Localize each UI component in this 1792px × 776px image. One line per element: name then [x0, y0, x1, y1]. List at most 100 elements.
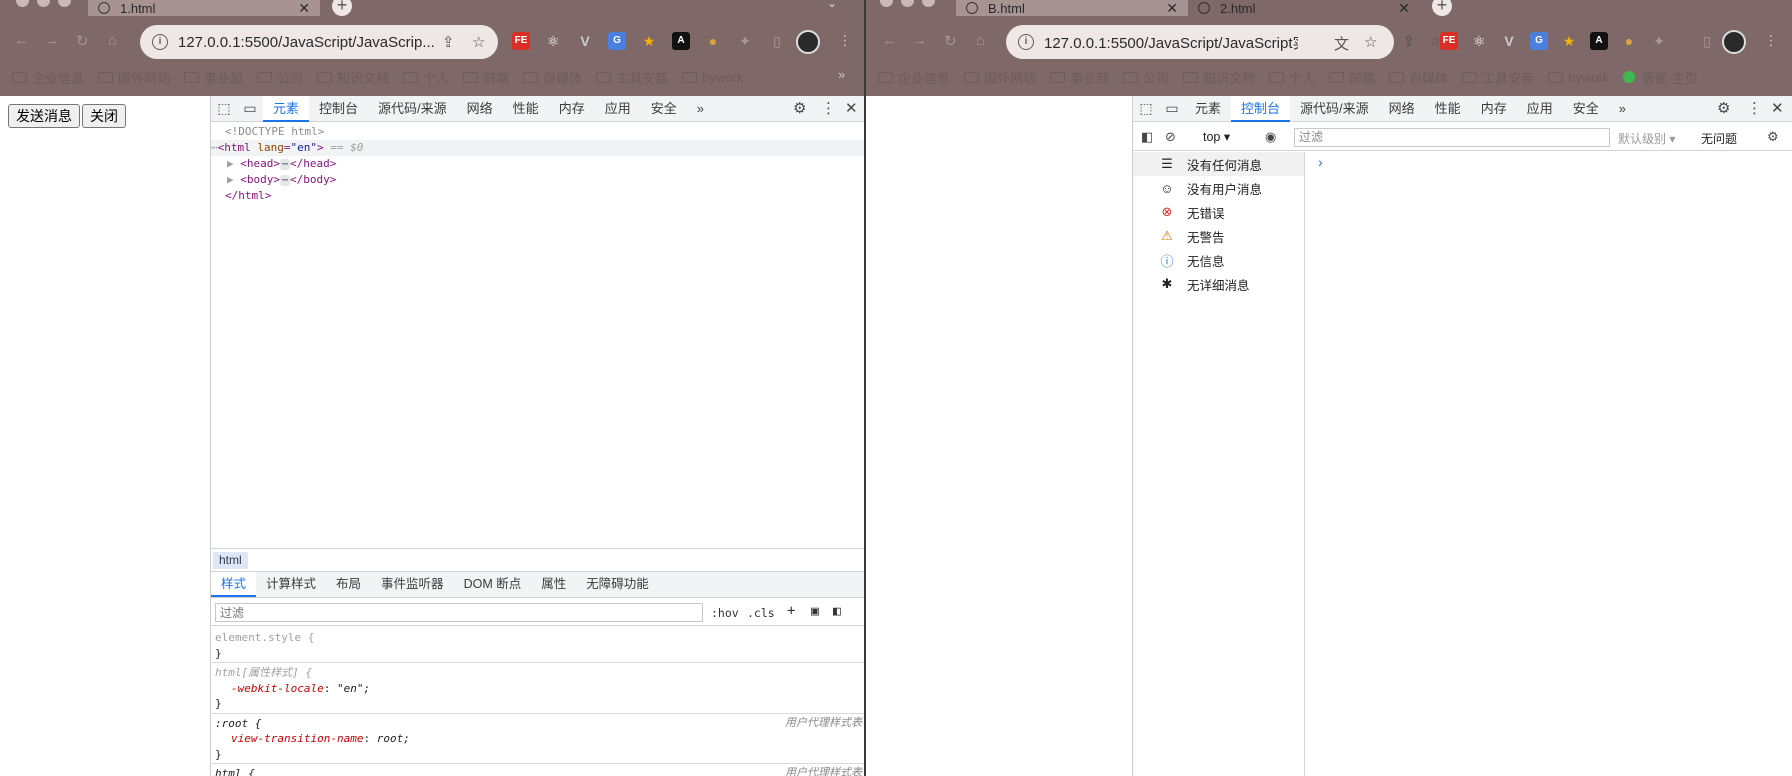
expand-triangle-icon[interactable]: ▶: [227, 157, 234, 170]
sidebar-item-info[interactable]: ⓘ 无信息: [1133, 248, 1304, 272]
tab-performance[interactable]: 性能: [503, 96, 549, 122]
forward-icon[interactable]: →: [44, 32, 59, 49]
maximize-window-icon[interactable]: [58, 0, 71, 7]
issues-counter[interactable]: 无问题: [1701, 130, 1737, 147]
console-prompt[interactable]: ›: [1318, 154, 1323, 170]
close-devtools-icon[interactable]: ✕: [1771, 96, 1784, 122]
bookmark-yuque[interactable]: 语雀·主页: [1623, 68, 1698, 87]
sidebar-item-verbose[interactable]: ✱ 无详细消息: [1133, 272, 1304, 296]
bookmark-folder[interactable]: 事业部: [184, 68, 243, 87]
minimize-window-icon[interactable]: [901, 0, 914, 7]
devtools-menu-icon[interactable]: ⋮: [821, 96, 836, 122]
tampermonkey-extension-icon[interactable]: ★: [640, 32, 658, 50]
new-tab-button[interactable]: +: [1432, 0, 1452, 16]
bookmark-star-icon[interactable]: ☆: [472, 33, 485, 51]
tab-search-chevron-icon[interactable]: ⌄: [827, 0, 837, 10]
dom-node-html-close[interactable]: </html>: [211, 188, 864, 204]
node-actions-ellipsis[interactable]: ⋯: [211, 141, 218, 154]
tab-console[interactable]: 控制台: [309, 96, 368, 122]
tab-memory[interactable]: 内存: [1471, 96, 1517, 122]
angular-extension-icon[interactable]: A: [672, 32, 690, 50]
address-bar[interactable]: i 127.0.0.1:5500/JavaScript/JavaScrip...…: [140, 25, 498, 59]
back-icon[interactable]: ←: [882, 32, 897, 49]
settings-gear-icon[interactable]: ⚙: [793, 96, 806, 122]
vue-extension-icon[interactable]: V: [576, 32, 594, 50]
show-sidebar-icon[interactable]: ◧: [1141, 129, 1153, 145]
more-tabs-icon[interactable]: »: [687, 96, 714, 122]
bookmark-folder[interactable]: 工具安装: [596, 68, 668, 87]
minimize-window-icon[interactable]: [37, 0, 50, 7]
tab-sources[interactable]: 源代码/来源: [1290, 96, 1379, 122]
styles-filter-input[interactable]: [215, 603, 703, 622]
tab-security[interactable]: 安全: [1563, 96, 1609, 122]
tab-computed[interactable]: 计算样式: [256, 572, 326, 597]
bookmark-folder[interactable]: 知识文档: [317, 68, 389, 87]
new-tab-button[interactable]: +: [332, 0, 352, 16]
vue-extension-icon[interactable]: V: [1500, 32, 1518, 50]
tab-1-html[interactable]: 1.html ✕: [88, 0, 320, 16]
bookmark-folder[interactable]: 公司: [257, 68, 303, 87]
style-rule[interactable]: html[属性样式] { -webkit-locale: "en"; }: [211, 663, 864, 714]
new-style-rule-icon[interactable]: +: [787, 603, 795, 619]
translate-extension-icon[interactable]: G: [1530, 32, 1548, 50]
address-bar[interactable]: i 127.0.0.1:5500/JavaScript/JavaScript实.…: [1006, 25, 1394, 59]
tab-console[interactable]: 控制台: [1231, 95, 1291, 122]
device-toolbar-icon[interactable]: ▭: [237, 100, 263, 117]
url-text[interactable]: 127.0.0.1:5500/JavaScript/JavaScript实...: [1044, 32, 1298, 53]
sidebar-item-user-messages[interactable]: ☺ 没有用户消息: [1133, 176, 1304, 200]
angular-extension-icon[interactable]: A: [1590, 32, 1608, 50]
site-info-icon[interactable]: i: [152, 34, 168, 50]
bookmark-folder[interactable]: bywork: [682, 70, 743, 85]
dom-node-doctype[interactable]: <!DOCTYPE html>: [211, 124, 864, 140]
bookmark-folder[interactable]: 前端: [463, 68, 509, 87]
share-icon[interactable]: ⇪: [1400, 32, 1418, 50]
log-levels-dropdown[interactable]: 默认级别 ▾: [1618, 130, 1675, 147]
bookmarks-more-icon[interactable]: »: [838, 67, 845, 82]
share-icon[interactable]: ⇪: [442, 33, 455, 51]
translate-page-icon[interactable]: 文: [1334, 33, 1349, 54]
style-rule[interactable]: html { 用户代理样式表: [211, 764, 864, 776]
bookmark-folder[interactable]: 知识文档: [1183, 68, 1255, 87]
inspect-element-icon[interactable]: ⬚: [1133, 100, 1159, 117]
profile-avatar[interactable]: [1722, 30, 1746, 54]
hov-toggle[interactable]: :hov: [711, 606, 739, 620]
back-icon[interactable]: ←: [14, 32, 29, 49]
tab-network[interactable]: 网络: [1379, 96, 1425, 122]
console-settings-gear-icon[interactable]: ⚙: [1767, 129, 1779, 145]
bookmark-folder[interactable]: 自媒体: [523, 68, 582, 87]
console-filter-input[interactable]: 过滤: [1294, 128, 1610, 147]
extensions-puzzle-icon[interactable]: ✦: [1650, 32, 1668, 50]
dom-node-head[interactable]: ▶ <head> ⋯ </head>: [211, 156, 864, 172]
tab-properties[interactable]: 属性: [531, 572, 576, 597]
forward-icon[interactable]: →: [912, 32, 927, 49]
tampermonkey-extension-icon[interactable]: ★: [1560, 32, 1578, 50]
side-panel-icon[interactable]: ▯: [1698, 32, 1716, 50]
sidebar-item-warnings[interactable]: ⚠ 无警告: [1133, 224, 1304, 248]
browser-menu-icon[interactable]: ⋮: [1764, 32, 1778, 49]
bookmark-folder[interactable]: 企业信息: [12, 68, 84, 87]
tab-b-html[interactable]: B.html ✕: [956, 0, 1188, 16]
reload-icon[interactable]: ↻: [944, 32, 957, 50]
tab-styles[interactable]: 样式: [211, 572, 257, 597]
clear-console-icon[interactable]: ⊘: [1165, 129, 1176, 145]
tab-2-html[interactable]: 2.html ✕: [1188, 0, 1420, 16]
settings-gear-icon[interactable]: ⚙: [1717, 96, 1730, 122]
more-tabs-icon[interactable]: »: [1609, 96, 1636, 122]
bookmark-folder[interactable]: 企业信息: [878, 68, 950, 87]
translate-extension-icon[interactable]: G: [608, 32, 626, 50]
close-tab-icon[interactable]: ✕: [1166, 0, 1178, 17]
expand-triangle-icon[interactable]: ▶: [227, 173, 234, 186]
tab-application[interactable]: 应用: [595, 96, 641, 122]
side-panel-icon[interactable]: ▯: [768, 32, 786, 50]
tab-memory[interactable]: 内存: [549, 96, 595, 122]
react-extension-icon[interactable]: ⚛: [1470, 32, 1488, 50]
tab-network[interactable]: 网络: [457, 96, 503, 122]
close-window-icon[interactable]: [16, 0, 29, 7]
sidebar-item-errors[interactable]: ⊗ 无错误: [1133, 200, 1304, 224]
dom-node-html[interactable]: ⋯<html lang="en"> == $0: [211, 140, 864, 156]
color-format-icon[interactable]: ▣: [811, 604, 819, 619]
bookmark-folder[interactable]: 国外网站: [98, 68, 170, 87]
bookmark-folder[interactable]: 事业部: [1050, 68, 1109, 87]
bookmark-folder[interactable]: 工具安装: [1462, 68, 1534, 87]
close-tab-icon[interactable]: ✕: [1398, 0, 1410, 17]
